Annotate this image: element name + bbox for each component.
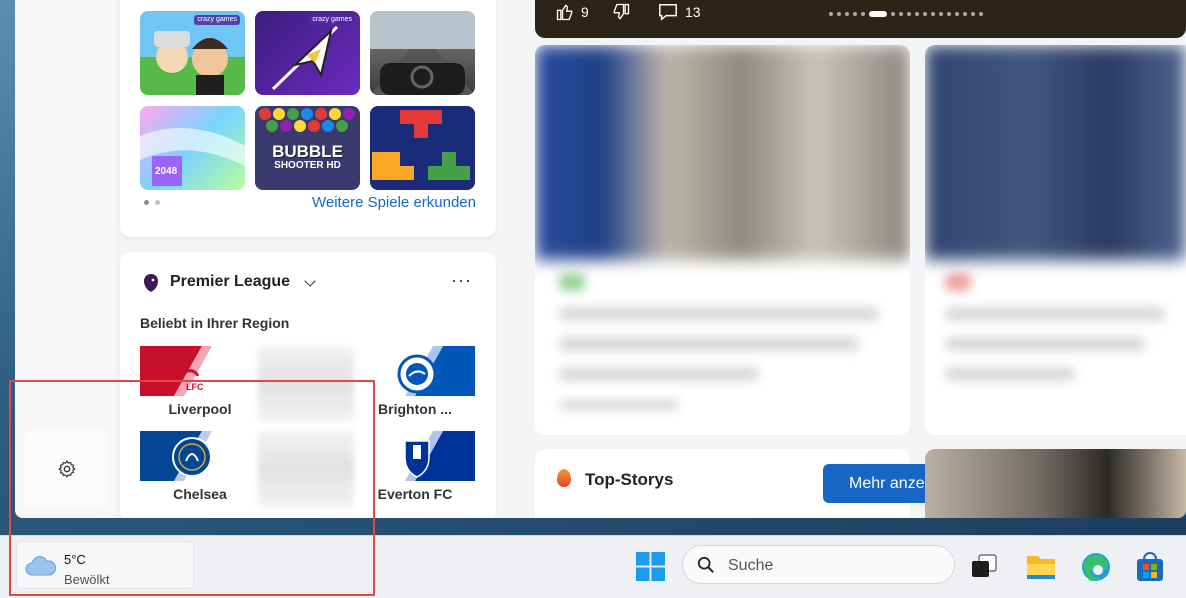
comments-button[interactable]: 13 [657, 2, 701, 22]
game-tile-2048[interactable]: 2048 [140, 106, 245, 190]
cartoon-characters-icon [154, 31, 228, 95]
news-card-blurred[interactable] [925, 45, 1186, 435]
story-photo[interactable] [925, 449, 1186, 518]
premier-league-card: Premier League ··· Beliebt in Ihrer Regi… [120, 252, 496, 518]
chevron-down-icon[interactable] [304, 275, 316, 287]
settings-button[interactable] [25, 430, 109, 508]
carousel-indicator[interactable] [829, 11, 983, 17]
games-pager[interactable] [144, 200, 160, 205]
task-view-icon[interactable] [969, 552, 999, 582]
more-options-icon[interactable]: ··· [451, 270, 472, 291]
store-icon[interactable] [1135, 551, 1165, 583]
weather-condition: Bewölkt [64, 572, 110, 587]
arrow-ship-icon [271, 25, 339, 91]
widgets-sidebar [15, 0, 115, 518]
flame-icon [557, 469, 571, 487]
widgets-panel: crazy games crazy games crazy games 2048… [15, 0, 1186, 518]
premier-league-lion-icon [144, 274, 158, 292]
racing-car-icon [370, 11, 475, 95]
cloud-icon [25, 556, 57, 576]
game-tile-arrow[interactable]: crazy games [255, 11, 360, 95]
team-name: Chelsea [173, 486, 227, 502]
bubble-title: BUBBLE [272, 142, 343, 161]
game-2048-label: 2048 [155, 166, 178, 177]
comment-count: 13 [685, 4, 701, 20]
top-stories-title: Top-Storys [585, 470, 674, 489]
more-games-link[interactable]: Weitere Spiele erkunden [312, 194, 476, 211]
team-name: Everton FC [377, 486, 453, 502]
team-name: Liverpool [168, 401, 232, 417]
team-liverpool[interactable]: LFC Liverpool [140, 346, 260, 422]
team-chelsea[interactable]: Chelsea [140, 431, 260, 507]
windows-start-icon[interactable] [636, 552, 665, 581]
search-box[interactable]: Suche [682, 545, 955, 584]
game-tile-blocks[interactable] [370, 106, 475, 190]
rainbow-cube-icon [140, 128, 245, 186]
game-tile-cartoon[interactable]: crazy games [140, 11, 245, 95]
game-tile-racing[interactable]: crazy games [370, 11, 475, 95]
weather-widget-button[interactable]: 5°C Bewölkt [16, 541, 194, 589]
news-card-blurred[interactable] [535, 45, 910, 435]
liverpool-crest-text: LFC [186, 382, 204, 392]
like-count: 9 [581, 4, 589, 20]
thumbs-up-icon [556, 4, 573, 21]
team-everton[interactable]: Everton FC [355, 431, 475, 507]
temperature: 5°C [64, 552, 86, 567]
top-stories-card: Top-Storys Mehr anzeigen [535, 449, 1011, 518]
team-name: Brighton ... [378, 401, 452, 417]
file-explorer-icon[interactable] [1025, 552, 1057, 582]
comment-icon [659, 4, 677, 21]
shooter-title: SHOOTER HD [274, 160, 341, 171]
team-brighton[interactable]: Brighton ... [355, 346, 475, 422]
league-title[interactable]: Premier League [170, 273, 290, 291]
search-placeholder: Suche [728, 557, 774, 574]
region-label: Beliebt in Ihrer Region [140, 315, 290, 331]
thumbs-down-icon [613, 3, 630, 20]
gear-icon [58, 460, 76, 478]
match-score-blurred [258, 431, 354, 507]
dislike-button[interactable] [611, 2, 631, 22]
blocks-icon [372, 110, 470, 180]
games-card: crazy games crazy games crazy games 2048… [120, 0, 496, 237]
edge-icon[interactable] [1080, 551, 1112, 583]
game-tile-bubble-shooter[interactable]: BUBBLE SHOOTER HD [255, 106, 360, 190]
like-button[interactable]: 9 [555, 2, 589, 22]
match-score-blurred [258, 346, 354, 422]
search-icon [697, 556, 714, 573]
feature-story-bar: 9 13 [535, 0, 1186, 38]
taskbar: 5°C Bewölkt Suche [0, 535, 1186, 598]
